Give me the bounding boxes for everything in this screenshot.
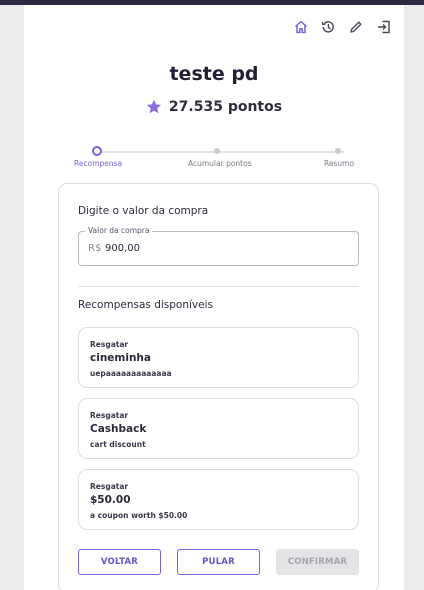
reward-card-cineminha[interactable]: Resgatar cineminha uepaaaaaaaaaaaaa	[78, 327, 359, 388]
history-icon-glyph	[321, 21, 334, 33]
reward-action-label: Resgatar	[90, 340, 129, 349]
section-divider	[78, 286, 359, 287]
step-dot-resumo	[335, 148, 341, 154]
rewards-section-title: Recompensas disponíveis	[78, 299, 213, 311]
page-title: teste pd	[169, 63, 259, 85]
star-icon	[146, 99, 162, 114]
reward-description: a coupon worth $50.00	[90, 511, 188, 520]
logout-icon-glyph	[378, 20, 390, 34]
home-icon-glyph	[294, 20, 308, 34]
step-label-resumo: Resumo	[324, 159, 355, 168]
reward-action-label: Resgatar	[90, 482, 129, 491]
step-dot-acumular	[214, 148, 220, 154]
stepper-track	[98, 151, 344, 153]
reward-name: $50.00	[90, 494, 131, 506]
points-balance: 27.535 pontos	[24, 99, 404, 115]
logout-icon[interactable]	[376, 19, 392, 35]
purchase-section-title: Digite o valor da compra	[78, 205, 209, 217]
reward-card-coupon[interactable]: Resgatar $50.00 a coupon worth $50.00	[78, 469, 359, 530]
step-dot-recompensa	[92, 146, 102, 156]
progress-stepper: Recompensa Acumular pontos Resumo	[74, 146, 354, 174]
reward-description: cart discount	[90, 440, 146, 449]
purchase-value-input[interactable]	[105, 243, 305, 254]
reward-card-cashback[interactable]: Resgatar Cashback cart discount	[78, 398, 359, 459]
reward-name: Cashback	[90, 423, 147, 435]
main-card: teste pd 27.535 pontos Recompensa Acumul…	[24, 5, 404, 590]
reward-name: cineminha	[90, 352, 151, 364]
currency-prefix: R$	[88, 243, 102, 254]
edit-icon-glyph	[350, 21, 362, 33]
step-label-recompensa: Recompensa	[74, 159, 123, 168]
edit-icon[interactable]	[348, 19, 364, 35]
purchase-value-label: Valor da compra	[85, 226, 153, 235]
points-value: 27.535 pontos	[168, 99, 283, 115]
history-icon[interactable]	[320, 19, 336, 35]
home-icon[interactable]	[293, 19, 309, 35]
confirm-button[interactable]: CONFIRMAR	[276, 549, 359, 575]
reward-description: uepaaaaaaaaaaaaa	[90, 369, 172, 378]
reward-panel: Digite o valor da compra Valor da compra…	[58, 183, 379, 590]
purchase-value-field[interactable]: Valor da compra R$	[78, 226, 359, 266]
back-button[interactable]: VOLTAR	[78, 549, 161, 575]
skip-button[interactable]: PULAR	[177, 549, 260, 575]
reward-action-label: Resgatar	[90, 411, 129, 420]
step-label-acumular: Acumular pontos	[188, 159, 252, 168]
